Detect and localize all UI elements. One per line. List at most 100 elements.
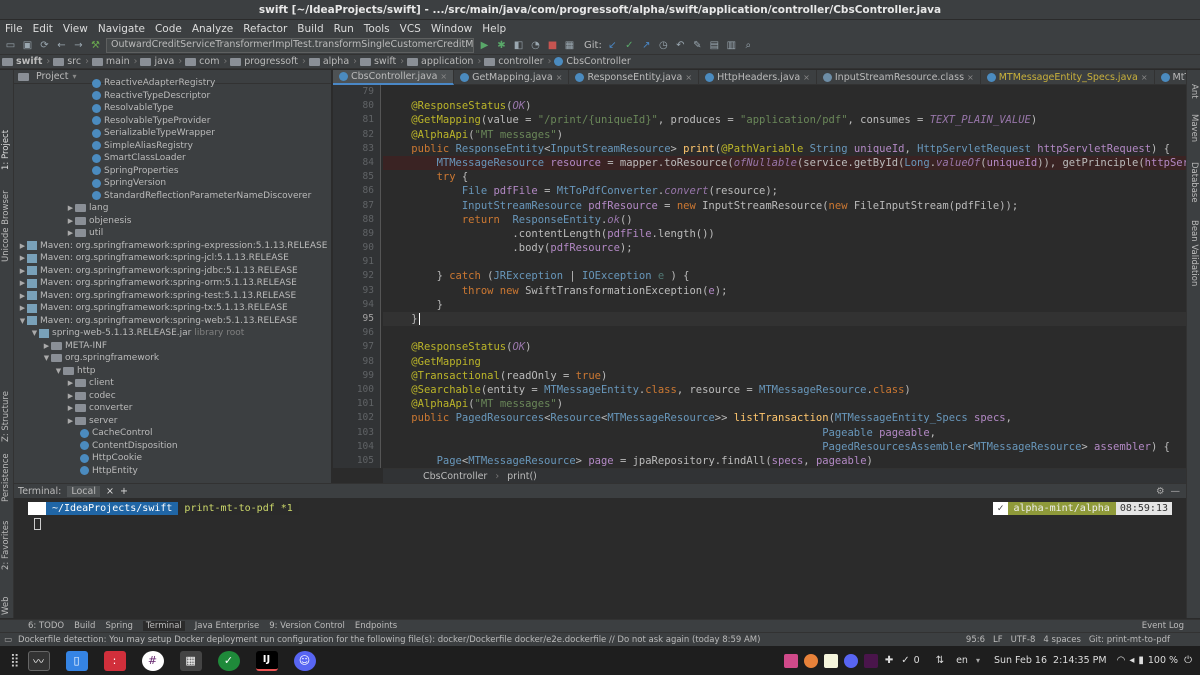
chevron-right-icon[interactable]: ▶ xyxy=(18,240,27,253)
menu-item-vcs[interactable]: VCS xyxy=(395,23,426,35)
network-icon[interactable]: ⇅ xyxy=(936,655,944,666)
nav-crumb-application[interactable]: application xyxy=(405,56,476,67)
tree-item[interactable]: ▶ Maven: org.springframework:spring-tx:5.… xyxy=(14,302,331,315)
tree-item[interactable]: SmartClassLoader xyxy=(14,152,331,165)
indent-setting[interactable]: 4 spaces xyxy=(1043,635,1088,645)
nav-crumb-cbscontroller[interactable]: CbsController xyxy=(552,56,633,67)
tree-item[interactable]: CacheControl xyxy=(14,427,331,440)
nav-crumb-progressoft[interactable]: progressoft xyxy=(228,56,301,67)
tray-slack-icon[interactable] xyxy=(863,653,878,668)
window-manager-icon[interactable]: ▦ xyxy=(179,650,202,671)
settings-gear-icon[interactable]: ⚙ xyxy=(1156,486,1165,497)
debug-icon[interactable]: ✱ xyxy=(495,39,508,52)
tree-item[interactable]: ▶ Maven: org.springframework:spring-jdbc:… xyxy=(14,265,331,278)
tree-item[interactable]: ▼ spring-web-5.1.13.RELEASE.jar library ro… xyxy=(14,327,331,340)
bottom-tab-6-todo[interactable]: 6: TODO xyxy=(28,621,64,631)
side-tab-favorites[interactable]: 2: Favorites xyxy=(1,521,11,570)
chevron-down-icon[interactable]: ▼ xyxy=(18,315,27,328)
menu-item-window[interactable]: Window xyxy=(426,23,477,35)
save-icon[interactable]: ▣ xyxy=(21,39,34,52)
intellij-icon[interactable]: IJ xyxy=(255,650,278,671)
menu-item-run[interactable]: Run xyxy=(329,23,359,35)
editor-tab[interactable]: ResponseEntity.java × xyxy=(569,70,700,85)
back-icon[interactable]: ← xyxy=(55,39,68,52)
clock[interactable]: Sun Feb 16 2:14:35 PM xyxy=(994,655,1107,666)
tree-item[interactable]: ReactiveTypeDescriptor xyxy=(14,90,331,103)
caret-position[interactable]: 95:6 xyxy=(966,635,993,645)
close-icon[interactable]: × xyxy=(440,72,447,81)
menu-item-refactor[interactable]: Refactor xyxy=(238,23,292,35)
chevron-right-icon[interactable]: ▶ xyxy=(66,402,75,415)
tree-item[interactable]: ▶ util xyxy=(14,227,331,240)
nav-crumb-swift[interactable]: swift xyxy=(0,56,45,67)
forward-icon[interactable]: → xyxy=(72,39,85,52)
side-tab-unicode-browser[interactable]: Unicode Browser xyxy=(1,190,11,262)
sdk-icon[interactable]: ▥ xyxy=(725,39,738,52)
tree-item[interactable]: ▶ Maven: org.springframework:spring-expre… xyxy=(14,240,331,253)
chevron-right-icon[interactable]: ▶ xyxy=(66,377,75,390)
git-commit-icon[interactable]: ✓ xyxy=(623,39,636,52)
keyboard-layout[interactable]: en xyxy=(956,655,968,666)
tree-item[interactable]: SpringVersion xyxy=(14,177,331,190)
tree-item[interactable]: ▼ Maven: org.springframework:spring-web:5… xyxy=(14,315,331,328)
chevron-right-icon[interactable]: ▶ xyxy=(66,202,75,215)
add-terminal-icon[interactable]: + xyxy=(120,486,128,497)
editor-breadcrumb-class[interactable]: CbsController xyxy=(423,471,487,482)
chevron-down-icon[interactable]: ▼ xyxy=(54,365,63,378)
history-icon[interactable]: ◷ xyxy=(657,39,670,52)
nav-crumb-com[interactable]: com xyxy=(183,56,222,67)
chevron-right-icon[interactable]: ▶ xyxy=(18,252,27,265)
tree-item[interactable]: ▶ Maven: org.springframework:spring-orm:5… xyxy=(14,277,331,290)
settings-wrench-icon[interactable]: ✎ xyxy=(691,39,704,52)
coverage-icon[interactable]: ◧ xyxy=(512,39,525,52)
project-structure-icon[interactable]: ▤ xyxy=(708,39,721,52)
chevron-right-icon[interactable]: ▶ xyxy=(42,340,51,353)
chevron-down-icon[interactable]: ▾ xyxy=(73,72,77,81)
editor-tab[interactable]: GetMapping.java × xyxy=(454,70,570,85)
close-icon[interactable]: × xyxy=(685,73,692,82)
editor-breadcrumb-method[interactable]: print() xyxy=(507,471,537,482)
chevron-right-icon[interactable]: ▶ xyxy=(66,227,75,240)
menu-item-view[interactable]: View xyxy=(58,23,93,35)
tray-firefox-icon[interactable] xyxy=(803,653,818,668)
git-branch-status[interactable]: Git: print-mt-to-pdf xyxy=(1089,635,1200,645)
tree-item[interactable]: ResolvableTypeProvider xyxy=(14,115,331,128)
side-tab-persistence[interactable]: Persistence xyxy=(1,453,11,502)
file-encoding[interactable]: UTF-8 xyxy=(1011,635,1044,645)
notification-count[interactable]: 0 xyxy=(914,655,920,666)
phone-app-icon[interactable]: ▯ xyxy=(65,650,88,671)
tree-item[interactable]: ▶ server xyxy=(14,415,331,428)
bottom-tab-java-enterprise[interactable]: Java Enterprise xyxy=(195,621,259,631)
wifi-icon[interactable]: ◠ xyxy=(1117,655,1126,666)
tree-item[interactable]: SimpleAliasRegistry xyxy=(14,140,331,153)
menu-item-help[interactable]: Help xyxy=(477,23,511,35)
chevron-right-icon[interactable]: ▶ xyxy=(18,302,27,315)
menu-item-file[interactable]: File xyxy=(0,23,28,35)
bottom-tab-terminal[interactable]: Terminal xyxy=(142,621,185,631)
editor-tab[interactable]: MtToPdfConverter.java× xyxy=(1155,70,1186,85)
tree-item[interactable]: SpringProperties xyxy=(14,165,331,178)
code-area[interactable]: @ResponseStatus(OK) @GetMapping(value = … xyxy=(383,85,1186,468)
volume-icon[interactable]: ◂ xyxy=(1129,655,1134,666)
chevron-down-icon[interactable]: ▼ xyxy=(42,352,51,365)
tray-discord-icon[interactable] xyxy=(843,653,858,668)
nav-crumb-src[interactable]: src xyxy=(51,56,84,67)
terminal-cursor[interactable] xyxy=(34,518,41,530)
menu-item-build[interactable]: Build xyxy=(292,23,328,35)
side-tab-database[interactable]: Database xyxy=(1189,162,1199,203)
bottom-tab-endpoints[interactable]: Endpoints xyxy=(355,621,397,631)
side-tab-bean-validation[interactable]: Bean Validation xyxy=(1189,220,1199,286)
system-monitor-icon[interactable]: 〰 xyxy=(27,650,50,671)
editor-tab[interactable]: InputStreamResource.class × xyxy=(817,70,981,85)
git-update-icon[interactable]: ↙ xyxy=(606,39,619,52)
chevron-right-icon[interactable]: ▶ xyxy=(66,215,75,228)
bottom-tab-build[interactable]: Build xyxy=(74,621,95,631)
tree-item[interactable]: ▶ codec xyxy=(14,390,331,403)
tree-item[interactable]: ▼ http xyxy=(14,365,331,378)
open-folder-icon[interactable]: ▭ xyxy=(4,39,17,52)
notification-bell-icon[interactable]: ✓ xyxy=(901,655,909,666)
chevron-right-icon[interactable]: ▶ xyxy=(18,265,27,278)
tree-item[interactable]: ▶ lang xyxy=(14,202,331,215)
side-tab-web[interactable]: Web xyxy=(1,596,11,615)
nav-crumb-main[interactable]: main xyxy=(90,56,133,67)
